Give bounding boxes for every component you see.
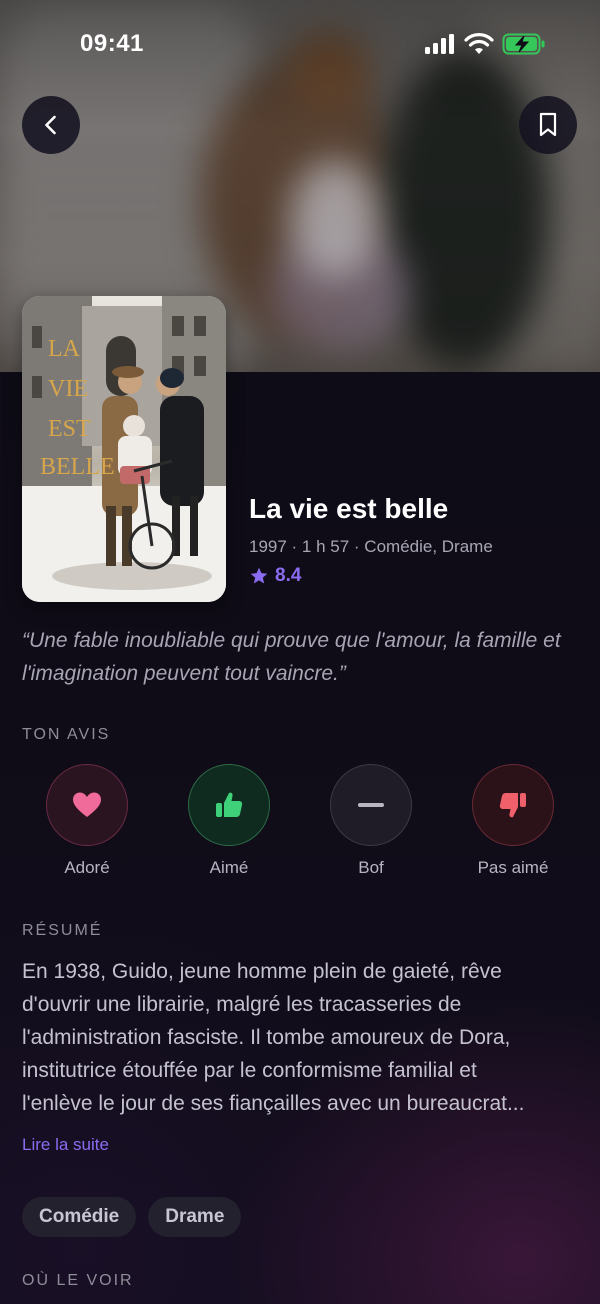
reaction-pas-aime[interactable]: Pas aimé	[438, 764, 588, 878]
summary-line: d'ouvrir une librairie, malgré les traca…	[22, 993, 462, 1016]
battery-charging-icon	[502, 33, 545, 55]
bookmark-icon	[539, 112, 557, 137]
wifi-icon	[464, 33, 494, 54]
reaction-pas-aime-label: Pas aimé	[477, 858, 549, 877]
movie-meta: 1997 · 1 h 57 · Comédie, Drame	[249, 537, 493, 556]
genre-tag[interactable]: Comédie	[22, 1197, 137, 1237]
summary-line: institutrice étouffée par le conformisme…	[22, 1059, 477, 1082]
reaction-pas-aime-button[interactable]	[472, 764, 554, 846]
thumbs-up-icon	[216, 792, 243, 817]
reaction-aime-button[interactable]	[188, 764, 270, 846]
rating-value: 8.4	[275, 565, 302, 586]
cellular-signal-icon	[425, 34, 454, 54]
svg-text:BELLE: BELLE	[40, 454, 115, 480]
back-button[interactable]	[22, 96, 80, 154]
bookmark-button[interactable]	[519, 96, 577, 154]
reaction-aime[interactable]: Aimé	[154, 764, 304, 878]
svg-text:LA: LA	[48, 336, 81, 362]
reaction-group: Adoré Aimé Bof Pas aimé	[0, 764, 600, 884]
movie-detail-screen: 09:41 LA VIE EST BELLE La vie est belle …	[0, 0, 600, 1304]
status-time: 09:41	[80, 30, 144, 57]
movie-poster: LA VIE EST BELLE	[22, 296, 226, 602]
section-label-summary: RÉSUMÉ	[22, 922, 103, 939]
genre-tag[interactable]: Drame	[148, 1197, 242, 1237]
svg-text:VIE: VIE	[48, 376, 88, 402]
summary-line: l'enlève le jour de ses fiançailles avec…	[22, 1092, 525, 1115]
reaction-adore[interactable]: Adoré	[12, 764, 162, 878]
reaction-bof[interactable]: Bof	[296, 764, 446, 878]
reaction-aime-label: Aimé	[209, 858, 249, 877]
read-more-link[interactable]: Lire la suite	[22, 1135, 109, 1155]
reaction-adore-label: Adoré	[64, 858, 110, 877]
movie-summary: En 1938, Guido, jeune homme plein de gai…	[22, 955, 582, 1120]
movie-rating: 8.4	[249, 565, 301, 587]
status-bar: 09:41	[0, 0, 600, 90]
summary-line: l'administration fasciste. Il tombe amou…	[22, 1026, 511, 1049]
movie-tagline: “Une fable inoubliable qui prouve que l'…	[22, 629, 561, 685]
reaction-adore-button[interactable]	[46, 764, 128, 846]
genre-tags: Comédie Drame	[22, 1197, 242, 1237]
svg-text:EST: EST	[48, 416, 91, 442]
reaction-bof-button[interactable]	[330, 764, 412, 846]
heart-icon	[73, 792, 101, 817]
reaction-bof-label: Bof	[358, 858, 384, 877]
thumbs-down-icon	[499, 793, 526, 818]
poster-artwork: LA VIE EST BELLE	[22, 296, 226, 602]
star-icon	[250, 567, 268, 584]
minus-icon	[358, 803, 384, 807]
movie-title: La vie est belle	[249, 493, 449, 524]
section-label-opinion: TON AVIS	[22, 726, 111, 743]
summary-line: En 1938, Guido, jeune homme plein de gai…	[22, 960, 502, 983]
chevron-left-icon	[45, 115, 56, 135]
section-label-where-to-watch: OÙ LE VOIR	[22, 1272, 134, 1289]
